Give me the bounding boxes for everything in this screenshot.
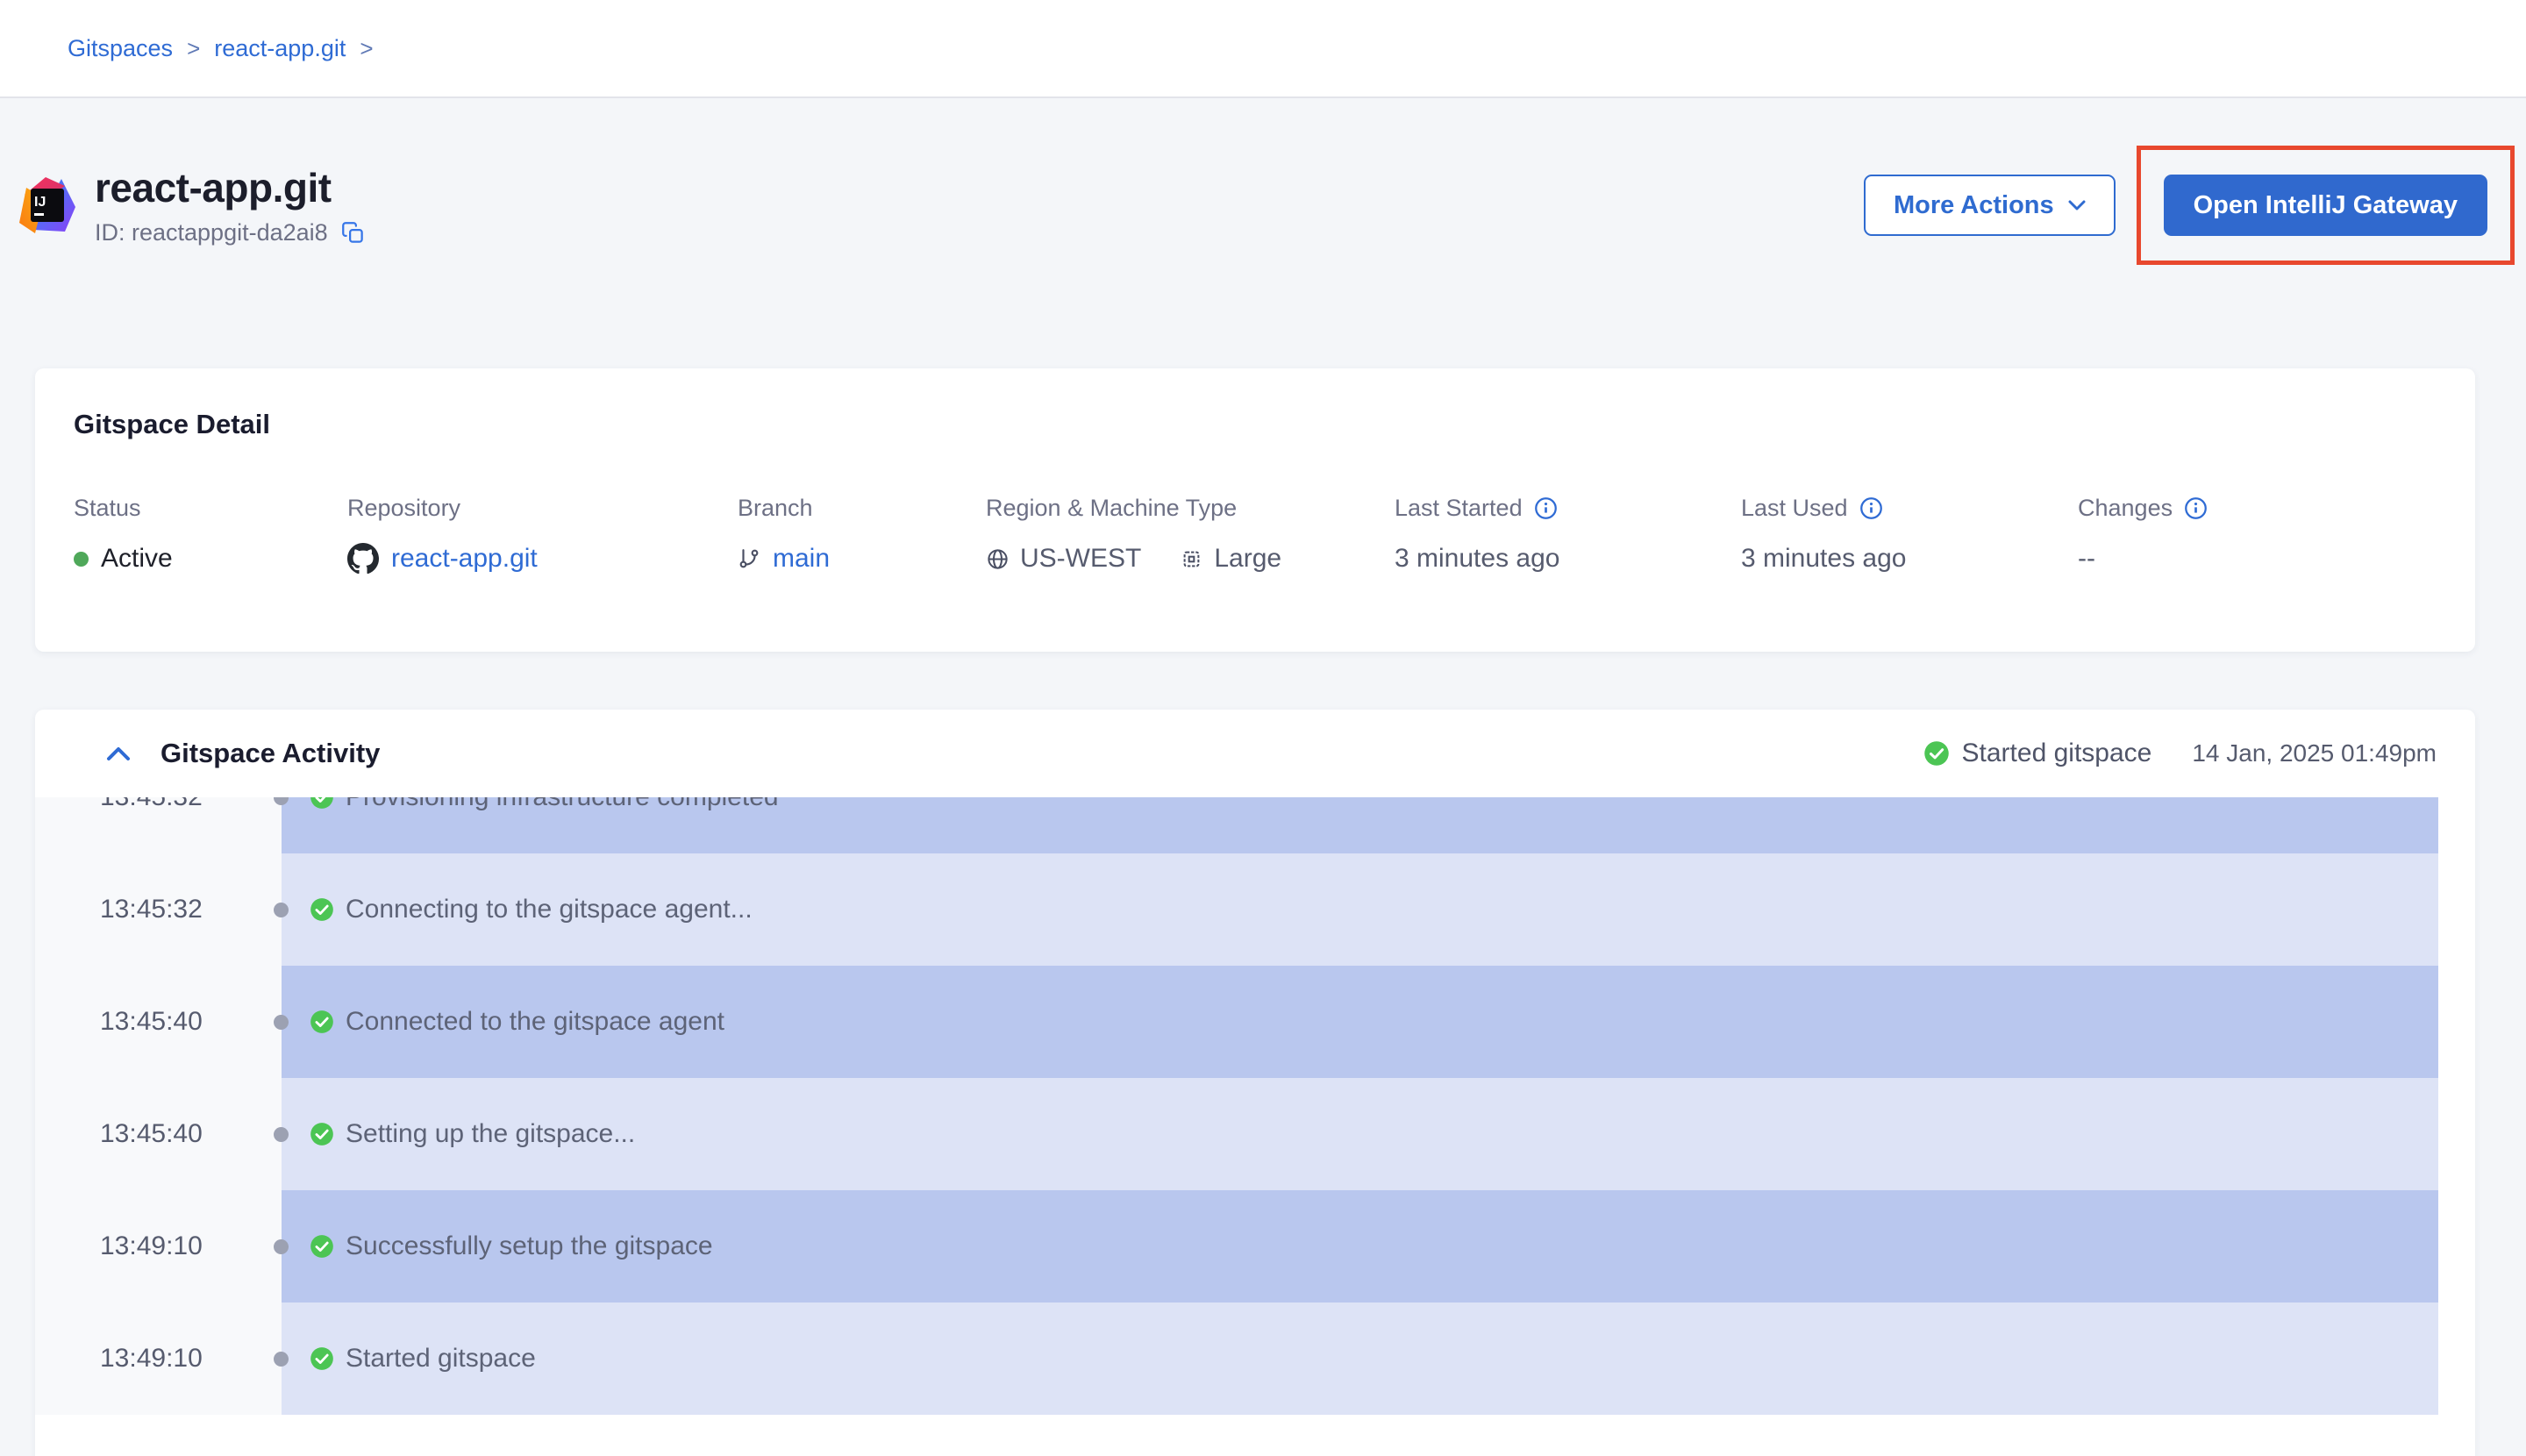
- field-label: Last Started: [1395, 495, 1523, 522]
- activity-row-band: Started gitspace: [282, 1303, 2438, 1415]
- timeline-dot-icon: [274, 1015, 289, 1030]
- check-circle-icon: [310, 1234, 334, 1259]
- copy-icon[interactable]: [341, 221, 365, 245]
- collapse-activity-button[interactable]: [106, 746, 131, 761]
- info-icon[interactable]: [1534, 496, 1558, 520]
- region-value: US-WEST: [1020, 544, 1141, 574]
- last-started-value: 3 minutes ago: [1395, 544, 1559, 574]
- more-actions-label: More Actions: [1894, 191, 2054, 220]
- field-last-started: Last Started 3 minutes ago: [1395, 495, 1741, 578]
- field-label: Branch: [738, 495, 986, 522]
- page-header: IJ react-app.git ID: reactappgit-da2ai8 …: [0, 98, 2526, 265]
- activity-row-message: Successfully setup the gitspace: [346, 1231, 713, 1261]
- changes-value: --: [2078, 544, 2095, 574]
- globe-icon: [986, 547, 1010, 571]
- check-circle-icon: [310, 897, 334, 922]
- check-circle-icon: [310, 1010, 334, 1034]
- activity-row: 13:45:32 Provisioning infrastructure comp…: [35, 797, 2438, 853]
- breadcrumb-separator-icon: >: [187, 35, 200, 62]
- activity-row-band: Connecting to the gitspace agent...: [282, 853, 2438, 966]
- detail-card-title: Gitspace Detail: [74, 409, 2437, 440]
- activity-row-message: Connecting to the gitspace agent...: [346, 895, 753, 924]
- check-circle-icon: [310, 1122, 334, 1146]
- intellij-logo-icon: IJ: [19, 177, 75, 233]
- activity-row-time: 13:45:40: [35, 1078, 282, 1190]
- header-title-group: IJ react-app.git ID: reactappgit-da2ai8: [19, 164, 365, 246]
- activity-row-time: 13:45:32: [35, 797, 282, 853]
- field-label: Changes: [2078, 495, 2173, 522]
- activity-status-label: Started gitspace: [1962, 739, 2152, 768]
- title-block: react-app.git ID: reactappgit-da2ai8: [95, 164, 365, 246]
- breadcrumb-link-gitspaces[interactable]: Gitspaces: [68, 35, 173, 62]
- activity-row-time: 13:49:10: [35, 1303, 282, 1415]
- check-circle-icon: [310, 797, 334, 810]
- breadcrumb: Gitspaces > react-app.git >: [0, 0, 2526, 98]
- check-circle-icon: [1923, 740, 1950, 767]
- activity-row-message: Connected to the gitspace agent: [346, 1007, 724, 1037]
- field-region-machine: Region & Machine Type US-WEST Large: [986, 495, 1395, 578]
- activity-row-band: Setting up the gitspace...: [282, 1078, 2438, 1190]
- info-icon[interactable]: [1859, 496, 1883, 520]
- timeline-dot-icon: [274, 1239, 289, 1254]
- field-label: Repository: [347, 495, 738, 522]
- activity-row: 13:45:40 Connected to the gitspace agent: [35, 966, 2438, 1078]
- activity-row: 13:49:10 Successfully setup the gitspace: [35, 1190, 2438, 1303]
- field-changes: Changes --: [2078, 495, 2208, 578]
- activity-row: 13:45:40 Setting up the gitspace...: [35, 1078, 2438, 1190]
- field-last-used: Last Used 3 minutes ago: [1741, 495, 2078, 578]
- field-label: Region & Machine Type: [986, 495, 1395, 522]
- activity-row-time: 13:49:10: [35, 1190, 282, 1303]
- activity-card-title: Gitspace Activity: [161, 738, 380, 769]
- activity-row-message: Provisioning infrastructure completed: [346, 797, 779, 812]
- breadcrumb-separator-icon: >: [360, 35, 373, 62]
- info-icon[interactable]: [2184, 496, 2208, 520]
- annotation-highlight-box: Open IntelliJ Gateway: [2137, 146, 2515, 265]
- activity-log-viewport[interactable]: 13:45:32 Provisioning infrastructure comp…: [35, 797, 2438, 1415]
- field-label: Status: [74, 495, 347, 522]
- activity-header: Gitspace Activity Started gitspace 14 Ja…: [35, 710, 2475, 797]
- timeline-dot-icon: [274, 903, 289, 917]
- check-circle-icon: [310, 1346, 334, 1371]
- status-active-dot-icon: [74, 552, 89, 567]
- repository-link[interactable]: react-app.git: [391, 544, 538, 574]
- status-value: Active: [101, 544, 173, 574]
- activity-datetime: 14 Jan, 2025 01:49pm: [2192, 739, 2437, 767]
- gitspace-detail-card: Gitspace Detail Status Active Repository…: [35, 368, 2475, 652]
- field-branch: Branch main: [738, 495, 986, 578]
- page-title: react-app.git: [95, 164, 365, 211]
- header-actions: More Actions Open IntelliJ Gateway: [1864, 146, 2515, 265]
- last-used-value: 3 minutes ago: [1741, 544, 1906, 574]
- open-intellij-gateway-button[interactable]: Open IntelliJ Gateway: [2164, 175, 2487, 236]
- chevron-down-icon: [2068, 200, 2086, 211]
- activity-row-time: 13:45:32: [35, 853, 282, 966]
- timeline-dot-icon: [274, 1127, 289, 1142]
- gitspace-id-label: ID: reactappgit-da2ai8: [95, 219, 328, 246]
- machine-type-value: Large: [1214, 544, 1281, 574]
- activity-row-band: Successfully setup the gitspace: [282, 1190, 2438, 1303]
- more-actions-button[interactable]: More Actions: [1864, 175, 2116, 236]
- activity-row: 13:49:10 Started gitspace: [35, 1303, 2438, 1415]
- svg-text:IJ: IJ: [34, 195, 46, 210]
- activity-row-band: Connected to the gitspace agent: [282, 966, 2438, 1078]
- github-icon: [347, 543, 379, 575]
- field-status: Status Active: [74, 495, 347, 578]
- field-label: Last Used: [1741, 495, 1848, 522]
- branch-link[interactable]: main: [773, 544, 830, 574]
- chevron-up-icon: [106, 746, 131, 761]
- timeline-dot-icon: [274, 1352, 289, 1367]
- field-repository: Repository react-app.git: [347, 495, 738, 578]
- activity-row-band: Provisioning infrastructure completed: [282, 797, 2438, 853]
- breadcrumb-link-gitspace[interactable]: react-app.git: [214, 35, 346, 62]
- git-branch-icon: [738, 547, 760, 570]
- activity-row-message: Setting up the gitspace...: [346, 1119, 635, 1149]
- activity-row-time: 13:45:40: [35, 966, 282, 1078]
- activity-row: 13:45:32 Connecting to the gitspace agent…: [35, 853, 2438, 966]
- activity-row-message: Started gitspace: [346, 1344, 536, 1374]
- cpu-icon: [1180, 547, 1203, 571]
- gitspace-activity-card: Gitspace Activity Started gitspace 14 Ja…: [35, 710, 2475, 1456]
- detail-fields: Status Active Repository react-app.git B…: [74, 495, 2437, 578]
